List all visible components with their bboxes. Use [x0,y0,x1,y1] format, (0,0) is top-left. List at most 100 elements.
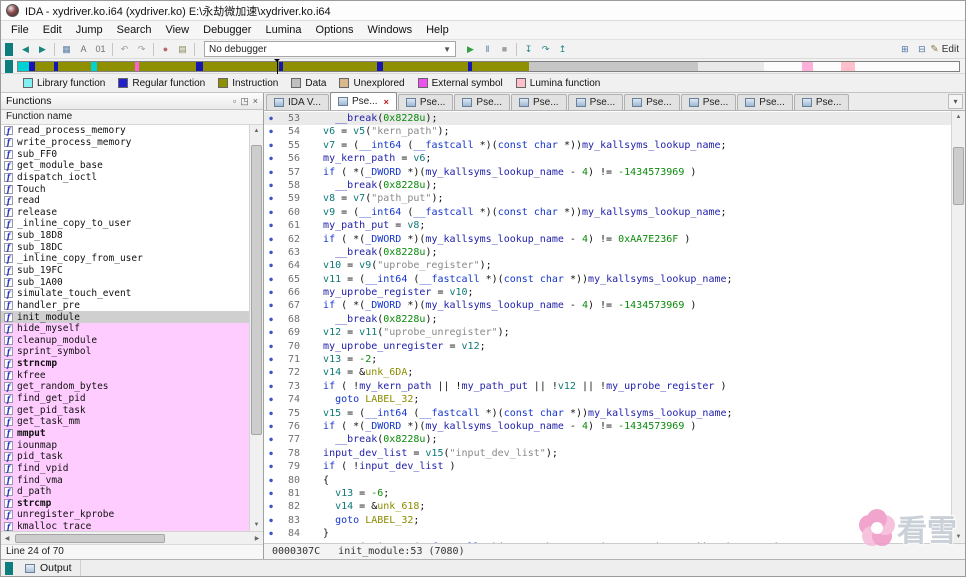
tab-close-icon[interactable]: × [384,97,389,107]
tab-ida-view[interactable]: IDA V... [266,94,329,110]
function-row[interactable]: f d_path [1,485,249,498]
windows-list-icon[interactable]: ⊞ [896,41,913,57]
panel-float-icon[interactable]: ◳ [240,96,249,107]
menu-lumina[interactable]: Lumina [258,22,308,38]
menu-edit[interactable]: Edit [36,22,69,38]
code-line[interactable]: ● 54 v6 = v5("kern_path"); [264,125,951,138]
code-line[interactable]: ● 59 v8 = v7("path_put"); [264,192,951,205]
code-line[interactable]: ● 76 if ( *(_DWORD *)(my_kallsyms_lookup_… [264,420,951,433]
menu-windows[interactable]: Windows [360,22,419,38]
function-row[interactable]: f find_get_pid [1,392,249,405]
code-line[interactable]: ● 55 v7 = (__int64 (__fastcall *)(const c… [264,139,951,152]
tab-pseudocode-2[interactable]: Pse... [397,94,454,110]
code-line[interactable]: ● 80 { [264,474,951,487]
step-into-icon[interactable]: ↧ [520,41,537,57]
scroll-track[interactable] [952,123,965,531]
stop-process-icon[interactable]: ■ [496,41,513,57]
function-row[interactable]: f sub_FF0 [1,148,249,160]
run-until-return-icon[interactable]: ↥ [554,41,571,57]
function-row[interactable]: f pid_task [1,450,249,463]
function-row[interactable]: f dispatch_ioctl [1,172,249,184]
tab-list-button[interactable]: ▾ [948,94,963,109]
function-row[interactable]: f sub_18DC [1,241,249,253]
scroll-up-icon[interactable]: ▲ [250,125,263,137]
function-row[interactable]: f unregister_kprobe [1,509,249,521]
pause-process-icon[interactable]: ‖ [479,41,496,57]
function-row[interactable]: f get_random_bytes [1,381,249,393]
function-row[interactable]: f _inline_copy_from_user [1,253,249,265]
code-line[interactable]: ● 75 v15 = (__int64 (__fastcall *)(const … [264,407,951,420]
function-list-hscrollbar[interactable]: ◀ ▶ [1,531,263,544]
scroll-track[interactable] [250,137,263,519]
code-line[interactable]: ● 77 __break(0x8228u); [264,433,951,446]
output-drag-handle[interactable] [5,561,13,575]
hscroll-thumb[interactable] [15,533,165,543]
function-row[interactable]: f read_process_memory [1,125,249,137]
function-row[interactable]: f mmput [1,427,249,440]
menu-debugger[interactable]: Debugger [196,22,258,38]
tab-output[interactable]: Output [17,560,81,576]
code-line[interactable]: ● 57 if ( *(_DWORD *)(my_kallsyms_lookup_… [264,166,951,179]
open-views-icon[interactable]: ▦ [58,41,75,57]
function-row[interactable]: f get_pid_task [1,404,249,417]
menu-options[interactable]: Options [309,22,361,38]
function-row[interactable]: f sprint_symbol [1,346,249,358]
scroll-up-icon[interactable]: ▲ [952,111,965,123]
start-process-icon[interactable]: ▶ [462,41,479,57]
function-row[interactable]: f find_vpid [1,462,249,475]
code-line[interactable]: ● 53 __break(0x8228u); [264,112,951,126]
function-row[interactable]: f _inline_copy_to_user [1,218,249,230]
menu-view[interactable]: View [158,22,196,38]
code-line[interactable]: ● 78 input_dev_list = v15("input_dev_list… [264,447,951,460]
code-line[interactable]: ● 70 my_uprobe_unregister = v12; [264,340,951,353]
function-row[interactable]: f strncmp [1,357,249,370]
navigation-band[interactable] [17,58,960,74]
tab-pseudocode-6[interactable]: Pse... [624,94,680,110]
function-row[interactable]: f Touch [1,183,249,195]
tab-pseudocode-7[interactable]: Pse... [680,94,737,110]
tab-pseudocode-3[interactable]: Pse... [454,94,510,110]
code-line[interactable]: ● 81 v13 = -6; [264,487,951,500]
database-snapshot-icon[interactable]: ▤ [174,41,191,57]
code-view[interactable]: ● 53 __break(0x8228u); ● 54 v6 = v5("kern_p… [264,111,951,543]
function-name-column-header[interactable]: Function name [1,110,263,125]
desktop-layout-icon[interactable]: ⊟ [913,41,930,57]
scroll-thumb[interactable] [251,144,262,435]
scroll-thumb[interactable] [953,147,964,205]
code-line[interactable]: ● 69 v12 = v11("uprobe_unregister"); [264,326,951,339]
navband-drag-handle[interactable] [5,59,13,73]
redo-icon[interactable]: ↷ [133,41,150,57]
code-line[interactable]: ● 73 if ( !my_kern_path || !my_path_put |… [264,380,951,393]
code-line[interactable]: ● 65 v11 = (__int64 (__fastcall *)(const … [264,273,951,286]
code-line[interactable]: ● 82 v14 = &unk_618; [264,500,951,513]
function-row[interactable]: f get_module_base [1,160,249,172]
code-line[interactable]: ● 79 if ( !input_dev_list ) [264,460,951,473]
code-scrollbar[interactable]: ▲ ▼ [951,111,965,543]
breakpoint-icon[interactable]: ● [157,41,174,57]
function-row[interactable]: f find_vma [1,474,249,486]
debugger-select[interactable]: No debugger ▼ [204,41,456,57]
function-row[interactable]: f sub_19FC [1,265,249,277]
step-over-icon[interactable]: ↷ [537,41,554,57]
undo-icon[interactable]: ↶ [116,41,133,57]
function-row[interactable]: f write_process_memory [1,137,249,149]
function-row[interactable]: f kfree [1,369,249,382]
code-line[interactable]: ● 67 if ( *(_DWORD *)(my_kallsyms_lookup_… [264,299,951,312]
function-row[interactable]: f get_task_mm [1,416,249,428]
toolbar-drag-handle[interactable] [5,42,13,56]
binary-search-icon[interactable]: 01 [92,41,109,57]
tab-pseudocode-1[interactable]: Pse... × [329,92,397,110]
text-search-icon[interactable]: A [75,41,92,57]
menu-help[interactable]: Help [419,22,456,38]
function-row[interactable]: f cleanup_module [1,334,249,347]
scroll-down-icon[interactable]: ▼ [952,531,965,543]
function-row[interactable]: f sub_1A00 [1,276,249,288]
function-row[interactable]: f sub_18D8 [1,230,249,242]
function-row[interactable]: f read [1,195,249,207]
function-row[interactable]: f simulate_touch_event [1,288,249,300]
scroll-right-icon[interactable]: ▶ [251,532,263,544]
code-line[interactable]: ● 66 my_uprobe_register = v10; [264,286,951,299]
code-line[interactable]: ● 84 } [264,527,951,540]
code-line[interactable]: ● 61 my_path_put = v8; [264,219,951,232]
code-line[interactable]: ● 71 v13 = -2; [264,353,951,366]
